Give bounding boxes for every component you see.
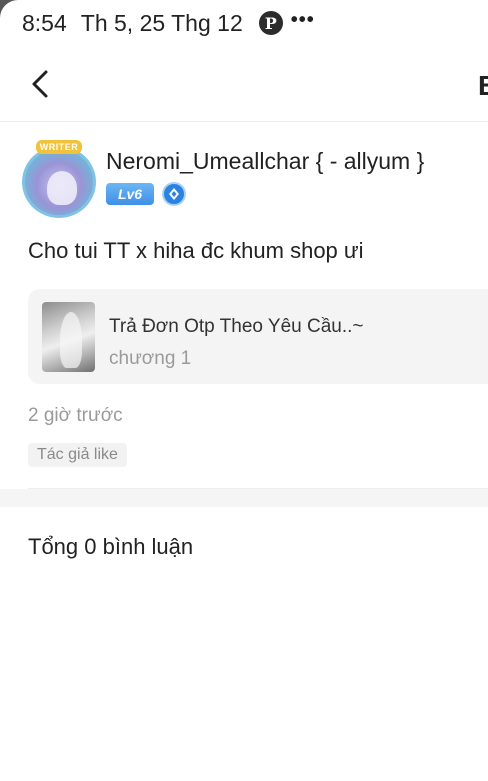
more-notifications-icon: ••• <box>290 8 315 31</box>
username[interactable]: Neromi_Umeallchar { - allyum } <box>106 148 424 175</box>
nav-title: B <box>478 70 488 100</box>
avatar[interactable] <box>22 146 96 218</box>
writer-badge: WRITER <box>36 140 82 154</box>
pinterest-icon: P <box>258 11 283 35</box>
post-timestamp: 2 giờ trước <box>28 405 123 426</box>
chevron-left-icon[interactable] <box>26 66 56 102</box>
avatar-figure <box>47 171 77 205</box>
story-title: Trả Đơn Otp Theo Yêu Cầu..~ <box>109 316 364 337</box>
diamond-icon <box>169 188 179 200</box>
status-time: 8:54 <box>22 9 67 36</box>
story-cover-image <box>42 302 95 372</box>
author-like-badge: Tác giả like <box>28 443 127 467</box>
section-separator <box>0 489 488 507</box>
status-bar: 8:54 Th 5, 25 Thg 12 P ••• <box>0 0 488 46</box>
nav-bar: B <box>0 46 488 122</box>
comments-total: Tổng 0 bình luận <box>28 534 194 559</box>
level-badge: Lv6 <box>106 183 154 205</box>
post-header: WRITER Neromi_Umeallchar { - allyum } Lv… <box>22 140 488 218</box>
post-text: Cho tui TT x hiha đc khum shop ưi <box>28 238 364 263</box>
nav-title-clipped: B <box>478 70 488 100</box>
story-chapter: chương 1 <box>109 348 192 369</box>
status-date: Th 5, 25 Thg 12 <box>80 9 243 36</box>
verified-badge-icon <box>162 182 186 206</box>
story-card[interactable]: Trả Đơn Otp Theo Yêu Cầu..~ chương 1 <box>28 289 488 384</box>
